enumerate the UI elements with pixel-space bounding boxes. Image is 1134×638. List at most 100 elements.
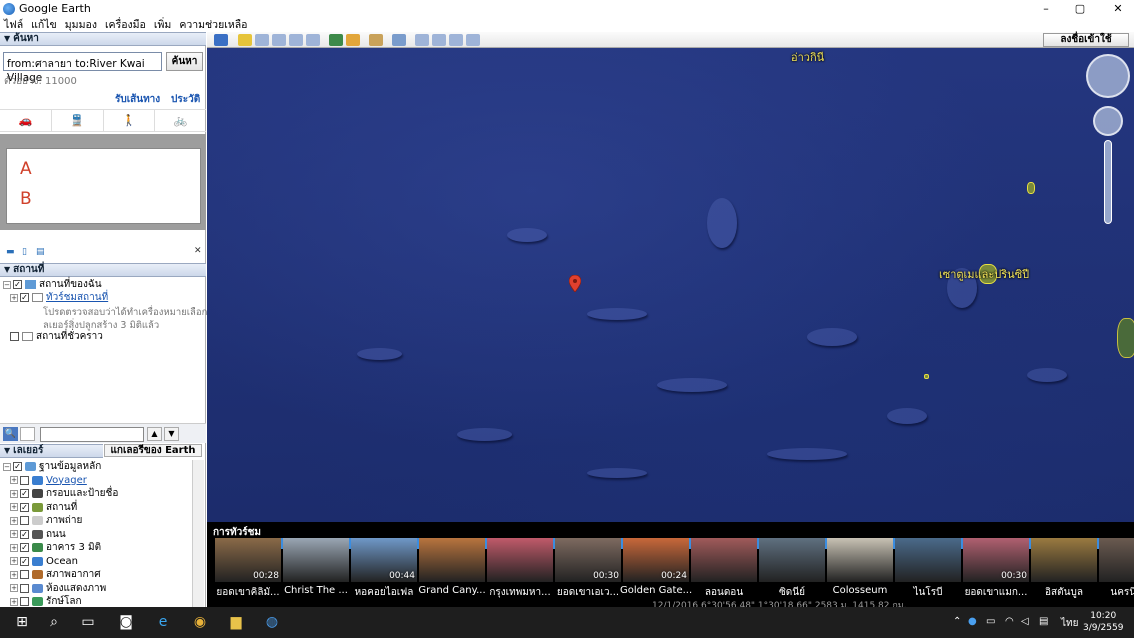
folder-icon[interactable]: ▬: [6, 247, 15, 257]
view-in-maps-icon[interactable]: [466, 34, 480, 46]
expand-icon[interactable]: +: [10, 584, 18, 592]
file-explorer-icon[interactable]: ▆: [218, 607, 254, 638]
menu-tools[interactable]: เครื่องมือ: [105, 16, 146, 33]
email-icon[interactable]: [415, 34, 429, 46]
tour-thumbnail[interactable]: ★: [895, 538, 971, 582]
tray-up-arrow-icon[interactable]: ⌃: [953, 616, 961, 627]
collapse-icon[interactable]: −: [3, 462, 11, 471]
layer-checkbox[interactable]: [20, 583, 29, 593]
layer-checkbox[interactable]: ✓: [20, 543, 29, 552]
menu-file[interactable]: ไฟล์: [4, 16, 23, 33]
layer-row[interactable]: + สภาพอากาศ: [10, 568, 101, 581]
volume-icon[interactable]: ◁: [1021, 616, 1029, 627]
look-navigation-control[interactable]: [1086, 54, 1130, 98]
menu-edit[interactable]: แก้ไข: [31, 16, 57, 33]
layer-checkbox[interactable]: ✓: [20, 556, 29, 566]
placemark-pin-icon[interactable]: [569, 275, 581, 292]
menu-add[interactable]: เพิ่ม: [154, 16, 171, 33]
historical-imagery-icon[interactable]: [329, 34, 343, 46]
menu-view[interactable]: มุมมอง: [65, 16, 97, 33]
maximize-button[interactable]: ▢: [1066, 0, 1094, 17]
windows-start-icon[interactable]: ⊞: [4, 607, 40, 638]
expand-icon[interactable]: +: [10, 489, 18, 498]
route-start-marker[interactable]: A: [20, 159, 32, 179]
up-arrow-icon[interactable]: ▲: [147, 427, 162, 441]
layer-checkbox[interactable]: ✓: [13, 462, 22, 471]
tour-thumbnail[interactable]: [1099, 538, 1134, 582]
layers-scrollbar[interactable]: [192, 460, 204, 608]
list-icon[interactable]: [20, 427, 35, 441]
record-tour-icon[interactable]: [306, 34, 320, 46]
layers-panel-header[interactable]: ▼ เลเยอร์: [0, 444, 103, 458]
tour-thumbnail[interactable]: ★: [827, 538, 903, 582]
layer-row[interactable]: + ภาพถ่าย: [10, 514, 82, 527]
places-panel-header[interactable]: ▼ สถานที่: [0, 263, 206, 277]
sign-in-button[interactable]: ลงชื่อเข้าใช้: [1043, 33, 1129, 47]
google-earth-taskbar-icon[interactable]: ◍: [254, 607, 290, 638]
notifications-icon[interactable]: ▤: [1039, 616, 1048, 627]
layer-checkbox[interactable]: [20, 570, 29, 579]
menu-help[interactable]: ความช่วยเหลือ: [179, 16, 247, 33]
tour-caption[interactable]: Christ The ...: [280, 585, 352, 596]
tour-caption[interactable]: อิสตันบูล: [1028, 585, 1100, 600]
sidebar-toggle-icon[interactable]: [214, 34, 228, 46]
layer-row[interactable]: + ✓ สถานที่: [10, 501, 77, 514]
input-language[interactable]: ไทย: [1061, 616, 1078, 631]
search-input[interactable]: from:ศาลายา to:River Kwai Village: [3, 52, 162, 84]
expand-icon[interactable]: +: [10, 530, 18, 538]
expand-icon[interactable]: +: [10, 570, 18, 579]
get-directions-link[interactable]: รับเส้นทาง: [115, 92, 160, 107]
layer-row[interactable]: + ✓ อาคาร 3 มิติ: [10, 541, 101, 554]
expand-icon[interactable]: +: [10, 597, 18, 606]
expand-icon[interactable]: +: [10, 557, 18, 565]
search-panel-header[interactable]: ▼ ค้นหา: [0, 32, 206, 46]
camera-icon[interactable]: ◙: [108, 607, 144, 638]
tour-thumbnail[interactable]: 00:44★: [351, 538, 427, 582]
tour-thumbnail[interactable]: 00:30★: [555, 538, 631, 582]
collapse-icon[interactable]: −: [3, 280, 11, 289]
history-link[interactable]: ประวัติ: [171, 92, 200, 107]
expand-icon[interactable]: +: [10, 503, 18, 511]
close-button[interactable]: ✕: [1104, 0, 1132, 17]
expand-icon[interactable]: +: [10, 516, 18, 525]
layer-checkbox[interactable]: [20, 597, 29, 606]
info-icon[interactable]: ●: [968, 616, 977, 627]
task-view-icon[interactable]: ▭: [70, 607, 106, 638]
search-button[interactable]: ค้นหา: [166, 52, 203, 71]
tour-thumbnail[interactable]: ★: [283, 538, 359, 582]
chrome-icon[interactable]: ◉: [182, 607, 218, 638]
ruler-icon[interactable]: [392, 34, 406, 46]
checkbox[interactable]: [10, 332, 19, 341]
layer-checkbox[interactable]: [20, 475, 29, 485]
clear-icon[interactable]: ✕: [194, 246, 202, 256]
layer-row[interactable]: + ห้องแสดงภาพ: [10, 582, 106, 595]
tour-thumbnail[interactable]: ★: [691, 538, 767, 582]
edge-browser-icon[interactable]: e: [145, 607, 181, 638]
walk-icon[interactable]: 🚶: [104, 110, 156, 131]
battery-icon[interactable]: ▭: [986, 616, 995, 627]
layer-checkbox[interactable]: ✓: [20, 502, 29, 512]
tour-thumbnail[interactable]: ★: [487, 538, 563, 582]
tour-caption[interactable]: Colosseum: [824, 585, 896, 596]
layer-row[interactable]: − ✓ ฐานข้อมูลหลัก: [3, 460, 101, 473]
print-icon[interactable]: ▤: [36, 247, 45, 257]
layer-row[interactable]: + Voyager: [10, 474, 87, 487]
zoom-slider[interactable]: [1104, 140, 1112, 224]
checkbox[interactable]: ✓: [13, 280, 22, 289]
tour-caption[interactable]: กรุงเทพมหา...: [484, 585, 556, 600]
tour-thumbnail[interactable]: ★: [759, 538, 835, 582]
bike-icon[interactable]: 🚲: [155, 110, 206, 131]
tour-thumbnail[interactable]: ★: [419, 538, 495, 582]
expand-icon[interactable]: +: [10, 476, 18, 484]
path-icon[interactable]: [272, 34, 286, 46]
temporary-places-row[interactable]: สถานที่ชั่วคราว: [10, 330, 103, 343]
sun-icon[interactable]: [346, 34, 360, 46]
tour-thumbnail[interactable]: 00:24★: [623, 538, 699, 582]
minimize-button[interactable]: –: [1032, 0, 1060, 17]
wifi-icon[interactable]: ◠: [1005, 616, 1014, 627]
layer-checkbox[interactable]: ✓: [20, 489, 29, 498]
image-overlay-icon[interactable]: [289, 34, 303, 46]
save-image-icon[interactable]: [449, 34, 463, 46]
down-arrow-icon[interactable]: ▼: [164, 427, 179, 441]
checkbox[interactable]: ✓: [20, 293, 29, 302]
